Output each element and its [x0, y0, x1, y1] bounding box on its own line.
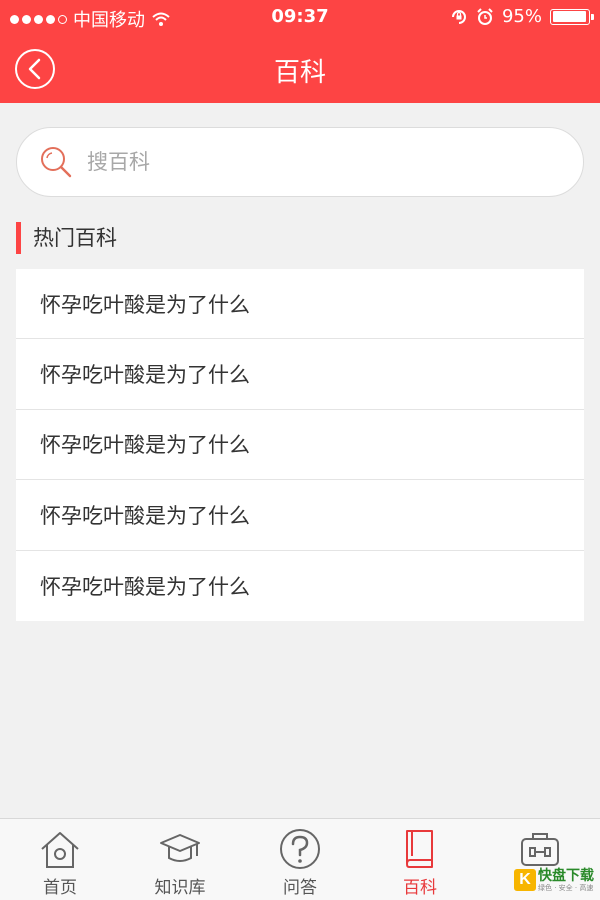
tab-encyclopedia[interactable]: 百科 — [360, 819, 480, 900]
section-title: 热门百科 — [16, 222, 117, 254]
tab-label: 问答 — [283, 878, 317, 898]
toolbox-icon — [521, 833, 559, 866]
list-item[interactable]: 怀孕吃叶酸是为了什么 — [16, 269, 584, 340]
watermark-logo: K 快盘下载 绿色 · 安全 · 高速 — [514, 868, 594, 892]
search-icon — [41, 147, 72, 178]
hot-encyclopedia-list: 怀孕吃叶酸是为了什么 怀孕吃叶酸是为了什么 怀孕吃叶酸是为了什么 怀孕吃叶酸是为… — [16, 269, 584, 621]
list-item[interactable]: 怀孕吃叶酸是为了什么 — [16, 551, 584, 621]
battery-fill — [552, 11, 586, 22]
tab-bar: 首页 知识库 问答 百科 K 快盘下载 绿色 · 安全 · 高速 — [0, 818, 600, 900]
navigation-bar: 百科 — [0, 34, 600, 103]
battery-percent: 95% — [501, 6, 542, 27]
book-icon — [406, 830, 433, 868]
watermark-sub: 绿色 · 安全 · 高速 — [538, 884, 594, 892]
question-icon — [280, 829, 320, 869]
list-item[interactable]: 怀孕吃叶酸是为了什么 — [16, 480, 584, 551]
graduation-cap-icon — [160, 834, 200, 862]
list-item[interactable]: 怀孕吃叶酸是为了什么 — [16, 410, 584, 481]
status-right: 95% — [450, 6, 594, 27]
list-item[interactable]: 怀孕吃叶酸是为了什么 — [16, 339, 584, 410]
tab-label: 首页 — [43, 878, 77, 898]
alarm-icon — [477, 7, 493, 25]
tab-home[interactable]: 首页 — [0, 819, 120, 900]
status-bar: 中国移动 09:37 95% — [0, 0, 600, 34]
tab-label: 知识库 — [154, 878, 206, 898]
tab-knowledge[interactable]: 知识库 — [120, 819, 240, 900]
battery-icon — [550, 8, 594, 25]
header: 中国移动 09:37 95% 百科 — [0, 0, 600, 103]
watermark-main: 快盘下载 — [538, 868, 594, 884]
watermark-letter: K — [514, 869, 536, 891]
watermark-text: 快盘下载 绿色 · 安全 · 高速 — [538, 868, 594, 892]
page-title: 百科 — [273, 58, 326, 88]
search-bar[interactable] — [16, 127, 584, 197]
tab-label: 百科 — [403, 878, 437, 898]
home-icon — [41, 832, 79, 868]
search-input[interactable] — [87, 150, 507, 174]
rotation-lock-icon — [451, 9, 466, 24]
tab-qa[interactable]: 问答 — [240, 819, 360, 900]
